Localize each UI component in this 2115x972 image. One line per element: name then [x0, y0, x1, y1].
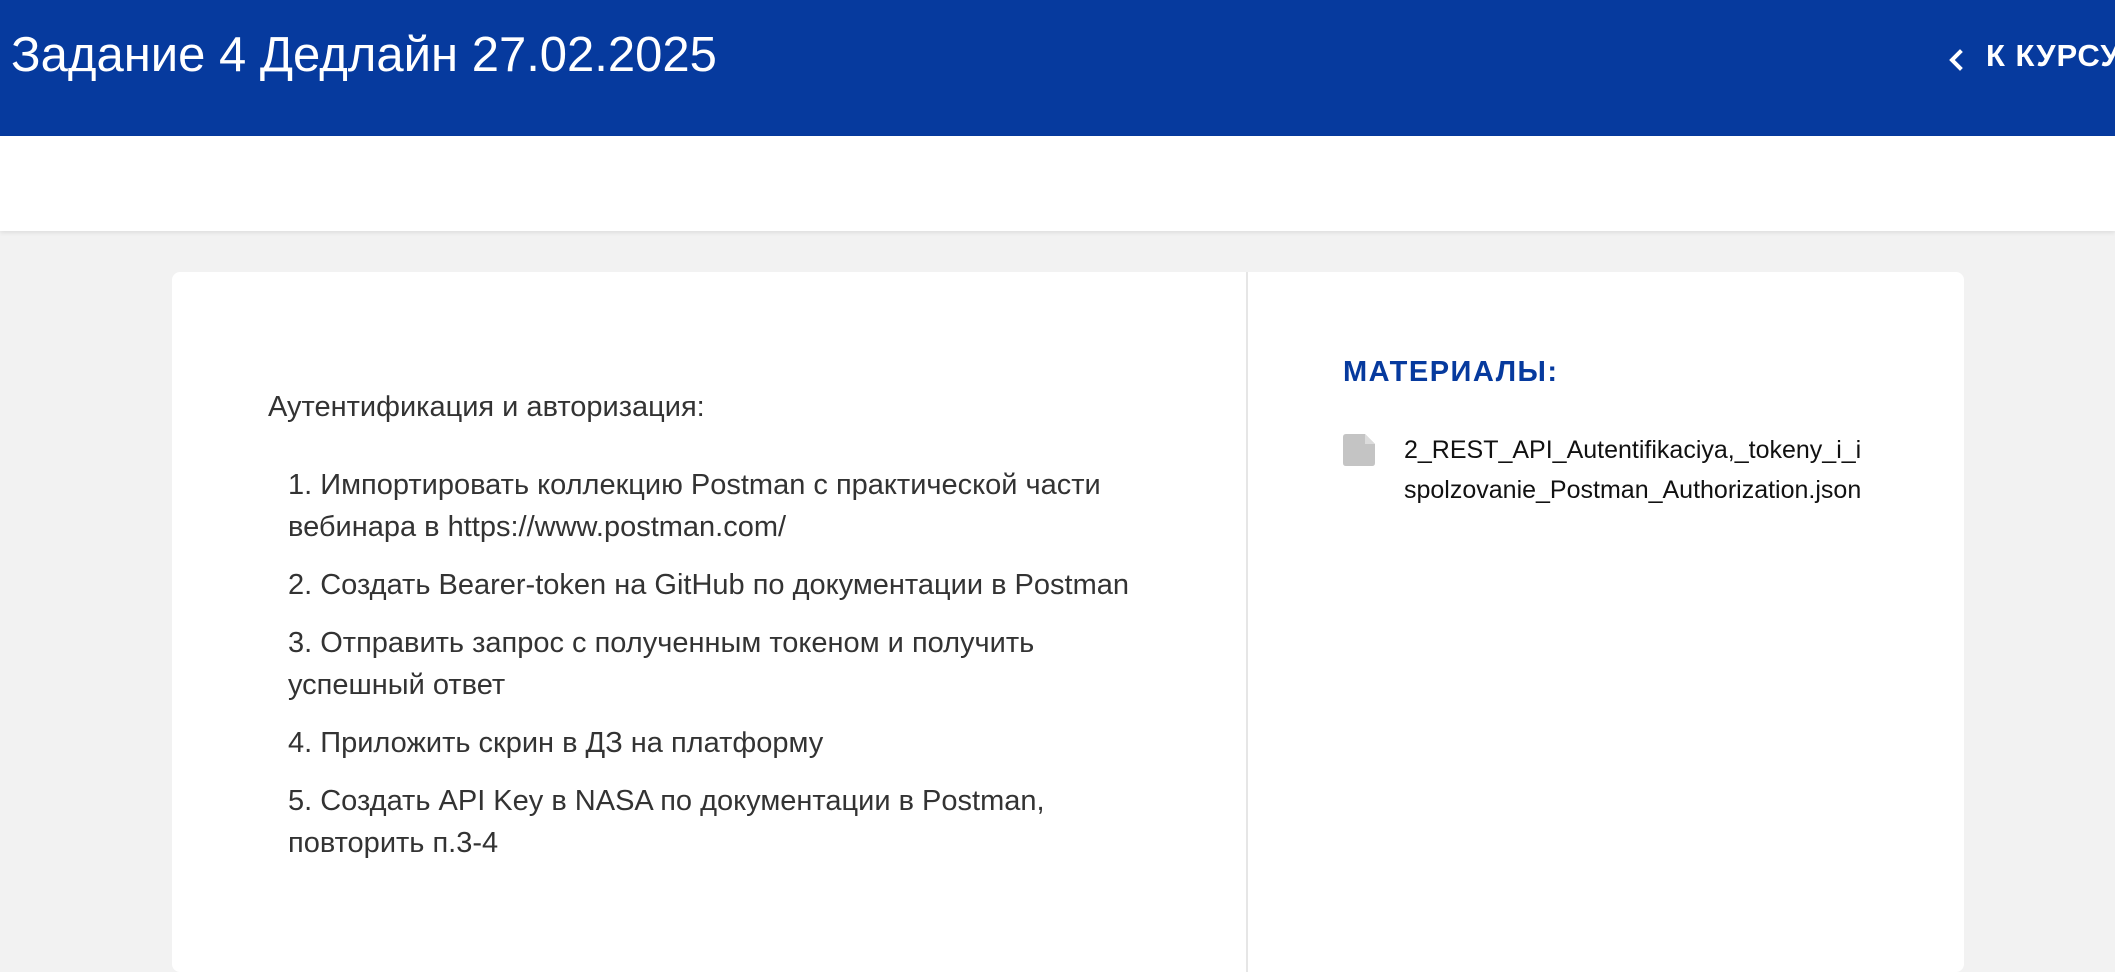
assignment-card: Аутентификация и авторизация: 1. Импорти… — [172, 272, 1964, 972]
materials-title: МАТЕРИАЛЫ: — [1343, 356, 1559, 388]
task-step: 3. Отправить запрос с полученным токеном… — [288, 627, 1035, 701]
back-to-course-label: К КУРСУ — [1986, 38, 2115, 73]
sub-header-bar — [0, 136, 2115, 231]
card-divider — [1246, 272, 1248, 972]
task-step: 4. Приложить скрин в ДЗ на платформу — [288, 727, 824, 759]
material-file-name: 2_REST_API_Autentifikaciya,_tokeny_i_isp… — [1404, 436, 1862, 504]
page-title: Задание 4 Дедлайн 27.02.2025 — [11, 28, 717, 82]
chevron-left-icon — [1946, 44, 1966, 71]
task-step: 2. Создать Bearer-token на GitHub по док… — [288, 569, 1129, 601]
task-intro: Аутентификация и авторизация: — [268, 391, 705, 423]
materials-panel: МАТЕРИАЛЫ: 2_REST_API_Autentifikaciya,_t… — [1343, 352, 1903, 510]
back-to-course-link[interactable]: К КУРСУ — [1946, 36, 2115, 76]
material-file-link[interactable]: 2_REST_API_Autentifikaciya,_tokeny_i_isp… — [1343, 430, 1903, 510]
task-description: Аутентификация и авторизация: 1. Импорти… — [268, 386, 1168, 880]
task-step: 1. Импортировать коллекцию Postman с пра… — [288, 469, 1101, 543]
file-icon — [1343, 434, 1375, 466]
task-step: 5. Создать API Key в NASA по документаци… — [288, 785, 1045, 859]
header-bar: Задание 4 Дедлайн 27.02.2025 К КУРСУ — [0, 0, 2115, 136]
task-steps-list: 1. Импортировать коллекцию Postman с пра… — [268, 464, 1168, 864]
